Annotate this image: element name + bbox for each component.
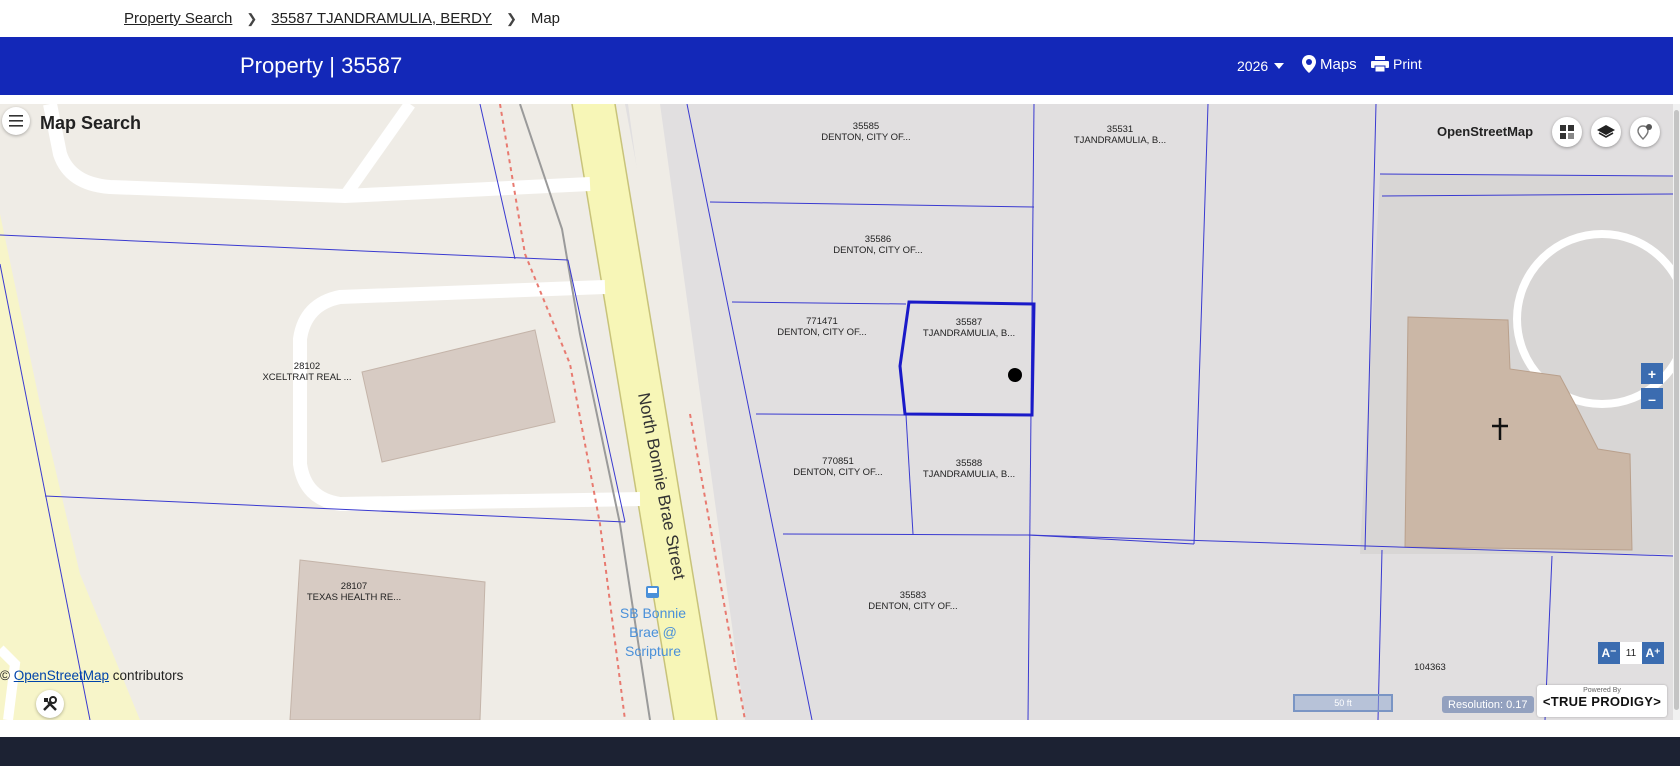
map-attribution: © OpenStreetMap contributors	[0, 668, 183, 683]
print-button[interactable]: Print	[1371, 56, 1422, 72]
page-scrollbar[interactable]	[1673, 104, 1680, 720]
parcel-id-label: 28102	[294, 361, 320, 372]
true-prodigy-logo: Powered By <TRUE PRODIGY>	[1537, 685, 1667, 717]
bus-stop-icon	[646, 586, 659, 598]
powered-by-label: Powered By	[1583, 687, 1621, 694]
location-info-icon	[1637, 124, 1652, 140]
bus-stop-label: SB Bonnie	[620, 605, 686, 621]
property-header: Property | 35587 2026 Maps Print	[0, 37, 1673, 95]
basemap-switch-button[interactable]	[1552, 117, 1582, 147]
parcel-owner-label: TEXAS HEALTH RE...	[307, 592, 401, 603]
breadcrumb-property-link[interactable]: 35587 TJANDRAMULIA, BERDY	[271, 10, 492, 27]
bus-stop-label: Brae @	[629, 624, 677, 640]
label-size-increase-button[interactable]: A⁺	[1642, 642, 1664, 664]
parcel-id-label: 35587	[956, 317, 982, 328]
map-canvas[interactable]: 35585 DENTON, CITY OF... 35531 TJANDRAMU…	[0, 104, 1673, 720]
basemap-label: OpenStreetMap	[1437, 124, 1534, 139]
printer-icon	[1371, 56, 1389, 72]
layers-button[interactable]	[1591, 117, 1621, 147]
caret-down-icon	[1274, 63, 1285, 69]
parcel-id-label: 35583	[900, 590, 926, 601]
scrollbar-thumb[interactable]	[1674, 110, 1679, 710]
parcel-id-label: 35585	[853, 121, 879, 132]
parcel-owner-label: DENTON, CITY OF...	[821, 132, 910, 143]
label-size-value: 11	[1620, 642, 1642, 664]
chevron-right-icon: ❯	[246, 10, 258, 26]
layers-icon	[1597, 125, 1615, 138]
label-size-decrease-button[interactable]: A⁻	[1598, 642, 1620, 664]
map-base-layer: 35585 DENTON, CITY OF... 35531 TJANDRAMU…	[0, 104, 1673, 720]
parcel-owner-label: XCELTRAIT REAL ...	[262, 372, 351, 383]
brand-label: <TRUE PRODIGY>	[1542, 694, 1662, 709]
map-search-title: Map Search	[40, 113, 142, 133]
parcel-id-label: 770851	[822, 456, 854, 467]
parcel-owner-label: DENTON, CITY OF...	[833, 245, 922, 256]
label-size-control: A⁻ 11 A⁺	[1598, 642, 1664, 664]
zoom-in-button[interactable]: +	[1641, 363, 1663, 384]
breadcrumb-property-search-link[interactable]: Property Search	[124, 10, 232, 27]
parcel-id-label: 35586	[865, 234, 891, 245]
scale-bar: 50 ft	[1293, 694, 1393, 712]
bus-stop-label: Scripture	[625, 643, 681, 659]
parcel-owner-label: DENTON, CITY OF...	[868, 601, 957, 612]
map-pin-icon	[1302, 55, 1316, 73]
copyright-symbol: ©	[0, 668, 10, 683]
breadcrumb-current: Map	[530, 10, 561, 27]
year-value: 2026	[1237, 58, 1269, 74]
parcel-id-label: 35531	[1107, 124, 1133, 135]
parcel-id-label: 35588	[956, 458, 982, 469]
attribution-suffix: contributors	[112, 668, 184, 683]
parcel-owner-label: TJANDRAMULIA, B...	[923, 469, 1015, 480]
grid-icon	[1560, 125, 1574, 139]
location-info-button[interactable]	[1630, 117, 1660, 147]
parcel-owner-label: DENTON, CITY OF...	[777, 327, 866, 338]
parcel-owner-label: TJANDRAMULIA, B...	[923, 328, 1015, 339]
menu-button[interactable]	[2, 107, 30, 135]
tools-button[interactable]	[36, 690, 64, 718]
page-title: Property | 35587	[240, 53, 403, 78]
maps-button[interactable]: Maps	[1302, 55, 1357, 73]
parcel-id-label: 104363	[1414, 662, 1446, 673]
hamburger-icon	[9, 115, 23, 127]
year-select[interactable]: 2026	[1237, 58, 1285, 74]
parcel-id-label: 771471	[806, 316, 838, 327]
parcel-owner-label: DENTON, CITY OF...	[793, 467, 882, 478]
chevron-right-icon: ❯	[505, 10, 517, 26]
breadcrumb: Property Search ❯ 35587 TJANDRAMULIA, BE…	[0, 0, 1680, 37]
page-footer	[0, 737, 1680, 766]
print-label: Print	[1393, 56, 1422, 72]
maps-label: Maps	[1320, 55, 1357, 73]
parcel-owner-label: TJANDRAMULIA, B...	[1074, 135, 1166, 146]
openstreetmap-link[interactable]: OpenStreetMap	[14, 668, 109, 683]
resolution-readout: Resolution: 0.17	[1442, 696, 1534, 713]
tools-icon	[43, 696, 57, 711]
parcel-id-label: 28107	[341, 581, 367, 592]
zoom-out-button[interactable]: –	[1641, 388, 1663, 409]
